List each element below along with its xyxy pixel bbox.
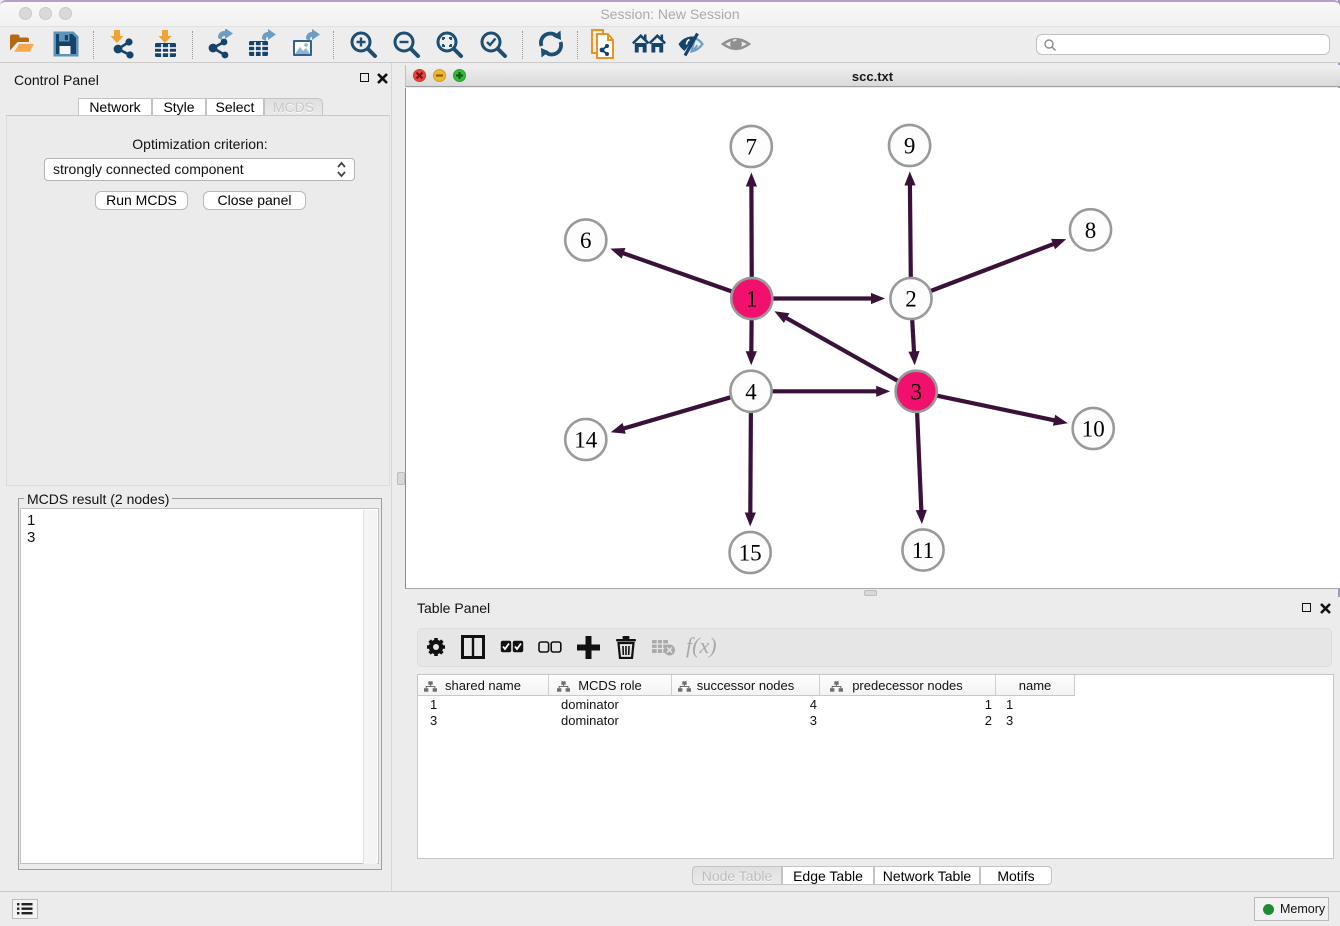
- svg-text:2: 2: [905, 287, 917, 312]
- svg-text:11: 11: [912, 538, 934, 563]
- svg-text:7: 7: [746, 135, 758, 160]
- svg-text:3: 3: [910, 379, 922, 404]
- svg-text:6: 6: [580, 228, 592, 253]
- svg-text:15: 15: [739, 541, 762, 566]
- svg-text:4: 4: [745, 379, 757, 404]
- svg-text:8: 8: [1085, 218, 1097, 243]
- svg-text:1: 1: [746, 287, 758, 312]
- svg-text:10: 10: [1082, 417, 1105, 442]
- svg-text:14: 14: [574, 428, 598, 453]
- svg-text:9: 9: [904, 134, 916, 159]
